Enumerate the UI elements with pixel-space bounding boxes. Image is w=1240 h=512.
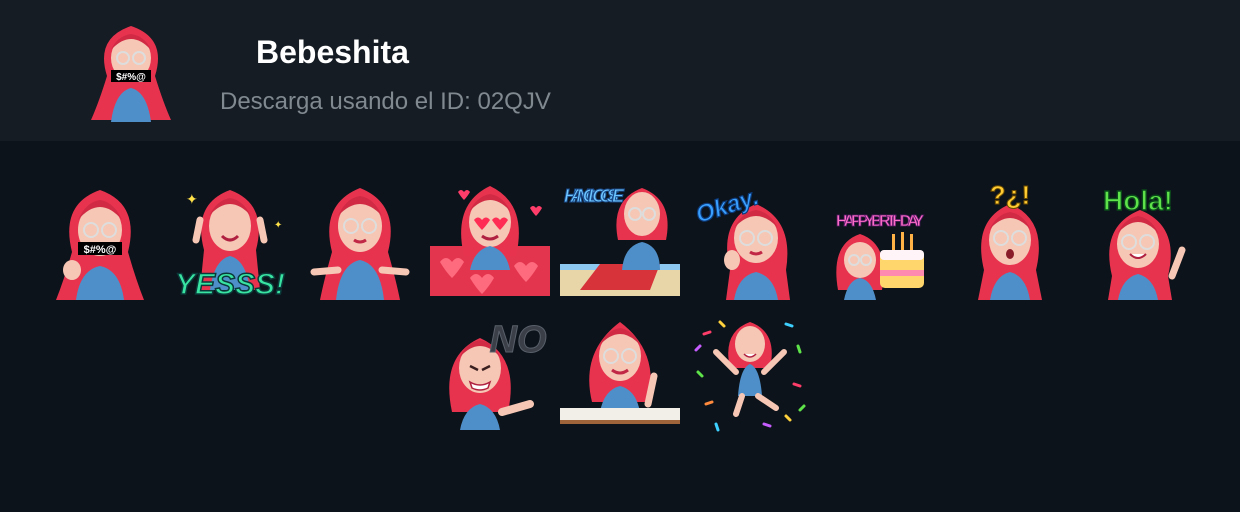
svg-text:✦: ✦ xyxy=(186,192,198,208)
sticker-wave-at-desk[interactable] xyxy=(560,312,680,432)
pack-header: $#%@ Bebeshita Descarga usando el ID: 02… xyxy=(0,0,1240,141)
pack-avatar: $#%@ xyxy=(85,18,177,122)
pack-title: Bebeshita xyxy=(256,34,409,70)
sticker-caption: YESSS! xyxy=(175,268,285,300)
sticker-no[interactable]: NO xyxy=(430,312,550,432)
sticker-hola[interactable]: Hola! xyxy=(1080,180,1200,300)
sticker-okay[interactable]: Okay. xyxy=(690,180,810,300)
sticker-confused[interactable]: ?¿! xyxy=(950,180,1070,300)
sticker-hang-loose[interactable]: HANG LOOSE xyxy=(560,180,680,300)
pack-id-text: Descarga usando el ID: 02QJV xyxy=(220,88,551,115)
censor-bar-text: $#%@ xyxy=(116,72,146,83)
sticker-caption: HAPPY BIRTHDAY xyxy=(836,213,924,230)
sticker-heart-eyes[interactable] xyxy=(430,180,550,300)
svg-text:✦: ✦ xyxy=(274,220,282,231)
sticker-yesss[interactable]: YESSS! ✦ ✦ xyxy=(170,180,290,300)
sticker-shrug[interactable] xyxy=(300,180,420,300)
sticker-censored-swear[interactable]: $#%@ xyxy=(40,180,160,300)
sticker-caption: $#%@ xyxy=(84,244,117,256)
sticker-confetti-jump[interactable] xyxy=(690,312,810,432)
sticker-happy-birthday[interactable]: HAPPY BIRTHDAY xyxy=(820,180,940,300)
sticker-caption: ?¿! xyxy=(990,180,1030,210)
sticker-caption: NO xyxy=(490,319,547,361)
sticker-caption: Hola! xyxy=(1103,185,1173,216)
sticker-caption: HANG LOOSE xyxy=(564,186,625,206)
